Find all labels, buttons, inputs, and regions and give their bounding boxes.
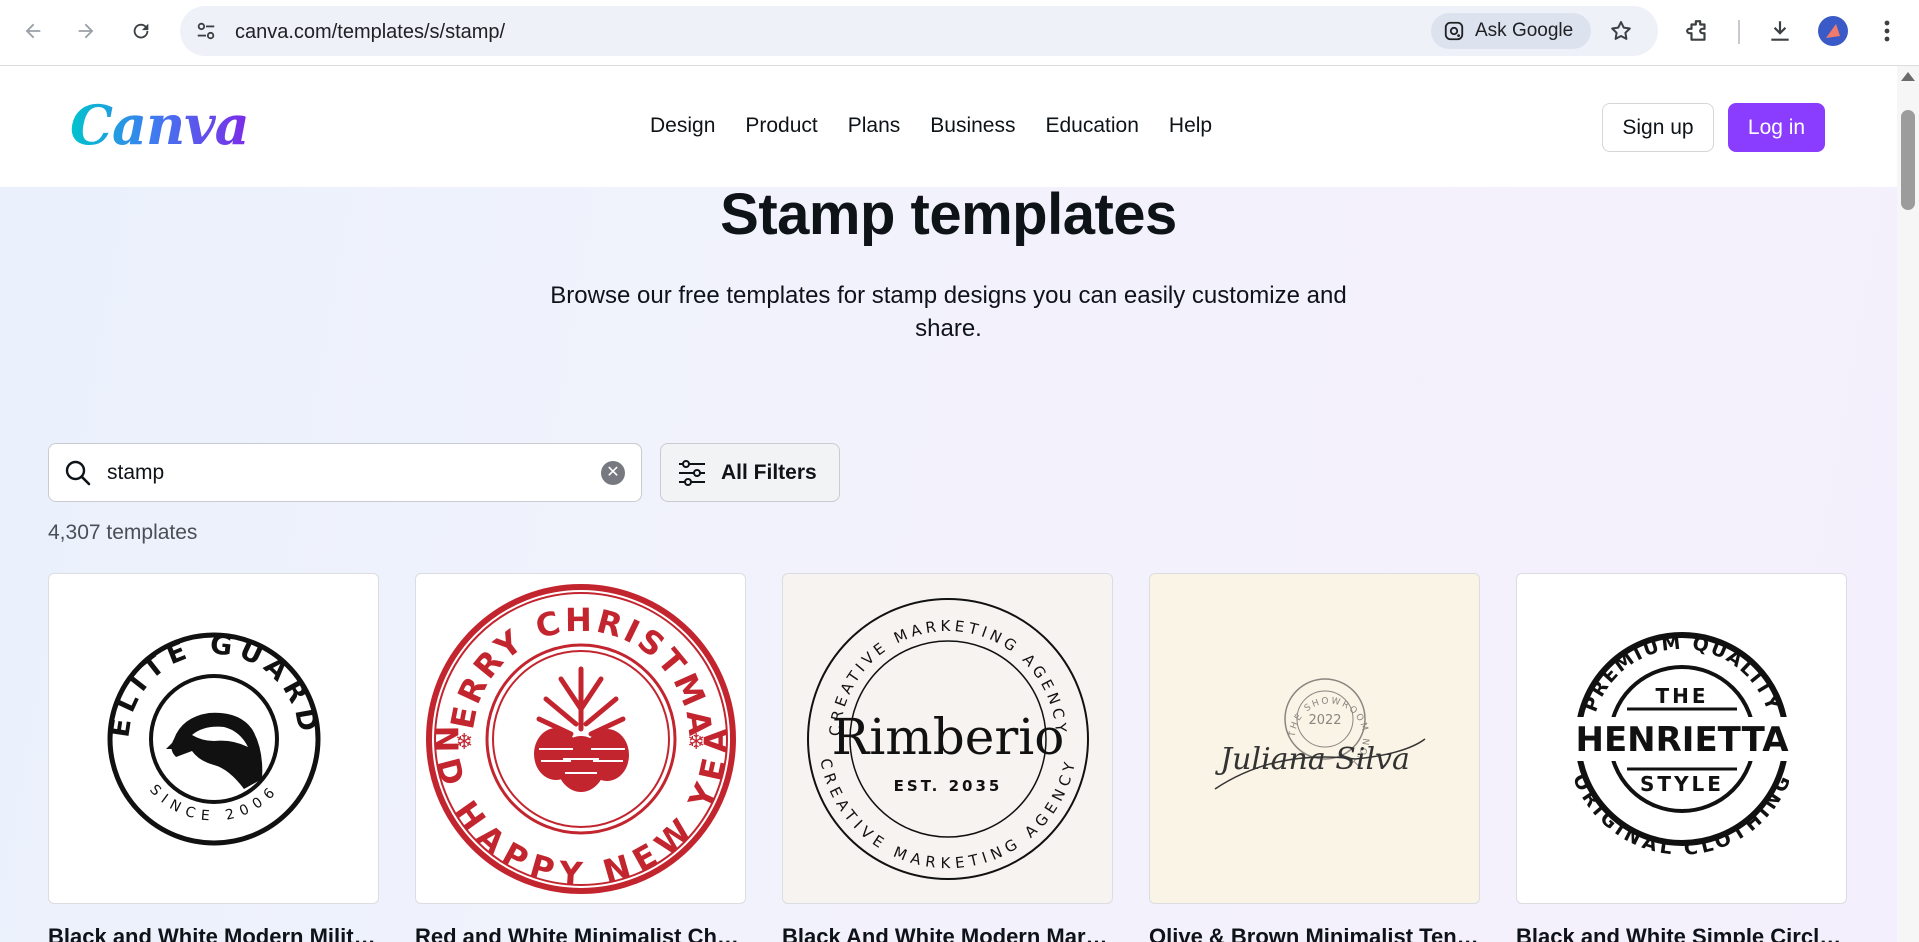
- search-icon: [65, 460, 91, 486]
- download-icon[interactable]: [1763, 14, 1797, 48]
- nav-business[interactable]: Business: [930, 114, 1015, 138]
- henrietta-stamp-image: PREMIUM QUALITY ORIGINAL CLOTHING THE HE…: [1559, 631, 1804, 859]
- nav-help[interactable]: Help: [1169, 114, 1212, 138]
- lens-icon: [1444, 21, 1464, 41]
- stamp-line-1: THE: [1655, 684, 1708, 708]
- template-title[interactable]: Red and White Minimalist Christ...: [415, 924, 746, 942]
- template-card[interactable]: MERRY CHRISTMAS AND HAPPY NEW YEAR ❄ ❄ R…: [415, 573, 746, 942]
- template-count: 4,307 templates: [48, 521, 198, 544]
- template-thumbnail[interactable]: PREMIUM QUALITY ORIGINAL CLOTHING THE HE…: [1516, 573, 1847, 904]
- profile-avatar[interactable]: [1818, 16, 1848, 46]
- template-thumbnail[interactable]: MERRY CHRISTMAS AND HAPPY NEW YEAR ❄ ❄: [415, 573, 746, 904]
- toolbar-divider: [1738, 20, 1740, 44]
- eagle-head-icon: [165, 712, 262, 789]
- ask-google-button[interactable]: Ask Google: [1431, 13, 1591, 49]
- template-title[interactable]: Black and White Modern Militar...: [48, 924, 379, 942]
- template-card[interactable]: PREMIUM QUALITY ORIGINAL CLOTHING THE HE…: [1516, 573, 1847, 942]
- extensions-icon[interactable]: [1681, 14, 1715, 48]
- stamp-line-3: STYLE: [1640, 772, 1724, 796]
- nav-education[interactable]: Education: [1046, 114, 1139, 138]
- site-settings-icon[interactable]: [192, 17, 220, 45]
- template-grid: ELITE GUARD SINCE 2006 Black and White M…: [48, 573, 1847, 942]
- page-scrollbar[interactable]: [1897, 66, 1919, 942]
- snowflake-icon: ❄: [687, 730, 705, 755]
- address-bar[interactable]: canva.com/templates/s/stamp/ Ask Google: [180, 6, 1658, 56]
- christmas-stamp-image: MERRY CHRISTMAS AND HAPPY NEW YEAR ❄ ❄: [421, 579, 736, 894]
- elite-guard-stamp-image: ELITE GUARD SINCE 2006: [104, 629, 320, 845]
- rimberio-stamp-image: CREATIVE MARKETING AGENCY CREATIVE MARKE…: [806, 597, 1089, 880]
- template-card[interactable]: THE SHOWROOM NO.1 2022 Juliana Silva Oli…: [1149, 573, 1480, 942]
- back-arrow-icon[interactable]: [16, 14, 50, 48]
- stamp-brand-name: Rimberio: [831, 708, 1064, 766]
- scrollbar-thumb[interactable]: [1901, 110, 1915, 210]
- template-title[interactable]: Olive & Brown Minimalist Tende...: [1149, 924, 1480, 942]
- nav-plans[interactable]: Plans: [848, 114, 901, 138]
- ask-google-label: Ask Google: [1475, 20, 1574, 41]
- filter-sliders-icon: [679, 459, 705, 486]
- browser-toolbar: canva.com/templates/s/stamp/ Ask Google: [0, 0, 1919, 66]
- nav-product[interactable]: Product: [745, 114, 817, 138]
- page-content: Canva Design Product Plans Business Educ…: [0, 67, 1897, 942]
- site-header: Canva Design Product Plans Business Educ…: [0, 67, 1897, 187]
- bookmark-star-icon[interactable]: [1606, 16, 1636, 46]
- reload-icon[interactable]: [124, 14, 158, 48]
- snowflake-icon: ❄: [455, 730, 473, 755]
- all-filters-label: All Filters: [721, 460, 817, 484]
- template-card[interactable]: ELITE GUARD SINCE 2006 Black and White M…: [48, 573, 379, 942]
- clear-search-icon[interactable]: ✕: [601, 461, 625, 485]
- url-text[interactable]: canva.com/templates/s/stamp/: [235, 21, 505, 44]
- signature-stamp-image: THE SHOWROOM NO.1 2022 Juliana Silva: [1214, 677, 1425, 790]
- scroll-up-arrow-icon[interactable]: [1901, 72, 1915, 81]
- template-thumbnail[interactable]: ELITE GUARD SINCE 2006: [48, 573, 379, 904]
- main-nav: Design Product Plans Business Education …: [650, 114, 1212, 138]
- all-filters-button[interactable]: All Filters: [660, 443, 840, 502]
- page-title: Stamp templates: [720, 182, 1177, 247]
- stamp-est-text: EST. 2035: [893, 777, 1002, 795]
- nav-design[interactable]: Design: [650, 114, 715, 138]
- stamp-year-text: 2022: [1308, 713, 1341, 728]
- template-card[interactable]: CREATIVE MARKETING AGENCY CREATIVE MARKE…: [782, 573, 1113, 942]
- template-thumbnail[interactable]: CREATIVE MARKETING AGENCY CREATIVE MARKE…: [782, 573, 1113, 904]
- stamp-line-2: HENRIETTA: [1575, 720, 1789, 760]
- template-title[interactable]: Black And White Modern Market...: [782, 924, 1113, 942]
- sign-up-button[interactable]: Sign up: [1602, 103, 1714, 152]
- page-subtitle: Browse our free templates for stamp desi…: [550, 282, 1347, 342]
- forward-arrow-icon[interactable]: [69, 14, 103, 48]
- pinecone-icon: [533, 666, 629, 792]
- search-box[interactable]: ✕: [48, 443, 642, 502]
- template-thumbnail[interactable]: THE SHOWROOM NO.1 2022 Juliana Silva: [1149, 573, 1480, 904]
- template-title[interactable]: Black and White Simple Circle L...: [1516, 924, 1847, 942]
- search-input[interactable]: [107, 455, 577, 491]
- log-in-button[interactable]: Log in: [1728, 103, 1825, 152]
- canva-logo[interactable]: Canva: [70, 93, 250, 157]
- kebab-menu-icon[interactable]: [1870, 14, 1904, 48]
- signature-text: Juliana Silva: [1214, 742, 1410, 777]
